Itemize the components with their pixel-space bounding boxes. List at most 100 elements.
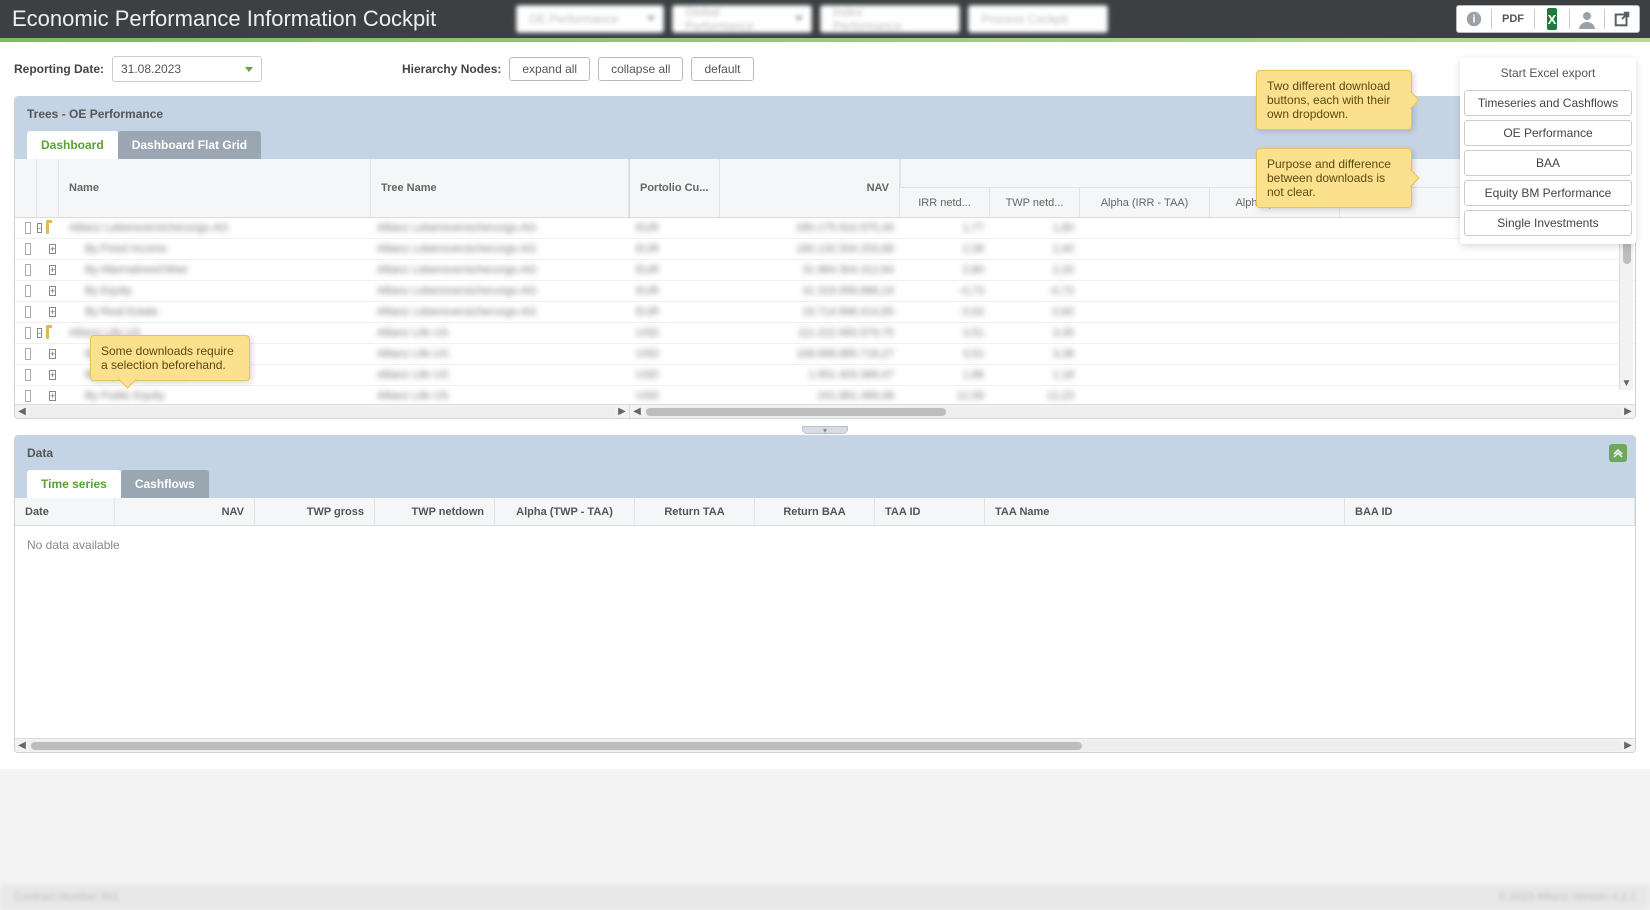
cell-irr: 2,38 <box>900 243 990 255</box>
row-checkbox[interactable] <box>25 348 31 360</box>
col-baa-id[interactable]: BAA ID <box>1345 498 1635 525</box>
collapse-panel-icon[interactable] <box>1609 444 1627 462</box>
cell-nav: 180.132.504.253,86 <box>720 243 900 255</box>
export-item-timeseries-cashflows[interactable]: Timeseries and Cashflows <box>1464 90 1632 116</box>
cell-twp: -0,73 <box>990 285 1080 297</box>
header-dropdown-3[interactable]: Index Performance <box>820 5 960 33</box>
expand-icon[interactable]: + <box>49 391 56 401</box>
expand-icon[interactable]: + <box>49 244 56 254</box>
svg-text:i: i <box>1473 14 1476 26</box>
horizontal-scrollbar-right[interactable]: ◀▶ <box>630 404 1635 418</box>
table-row[interactable]: +By Alternatives/OtherAllianz Lebensvers… <box>15 260 1635 281</box>
cell-twp: 12,23 <box>990 390 1080 402</box>
data-horizontal-scrollbar[interactable]: ◀▶ <box>15 738 1635 752</box>
cell-nav: 111.222.983.979,75 <box>720 327 900 339</box>
col-portfolio-currency[interactable]: Portolio Cu... <box>630 159 720 217</box>
hierarchy-nodes-label: Hierarchy Nodes: <box>402 62 501 76</box>
app-title: Economic Performance Information Cockpit <box>6 6 516 32</box>
popout-icon[interactable] <box>1605 6 1639 32</box>
expand-icon[interactable]: + <box>49 286 56 296</box>
tab-time-series[interactable]: Time series <box>27 470 121 498</box>
folder-icon <box>46 223 49 234</box>
row-checkbox[interactable] <box>25 285 31 297</box>
export-dropdown-menu: Start Excel export Timeseries and Cashfl… <box>1460 58 1636 244</box>
expand-icon[interactable]: + <box>49 265 56 275</box>
col-nav[interactable]: NAV <box>720 159 900 217</box>
col-nav-2[interactable]: NAV <box>115 498 255 525</box>
col-taa-name[interactable]: TAA Name <box>985 498 1345 525</box>
table-row[interactable]: +By Public EquityAllianz Life USUSD241.8… <box>15 386 1635 404</box>
reporting-date-dropdown[interactable]: 31.08.2023 <box>112 56 262 82</box>
table-row[interactable]: +By Fixed IncomeAllianz Lebensversicheru… <box>15 239 1635 260</box>
header-dropdown-2[interactable]: Global Performance <box>672 5 812 33</box>
table-row[interactable]: -Allianz Life USAllianz Life USUSD111.22… <box>15 323 1635 344</box>
hierarchy-buttons: expand all collapse all default <box>509 57 753 81</box>
col-return-taa[interactable]: Return TAA <box>635 498 755 525</box>
cell-tree-name: Allianz Lebensversicherungs-AG <box>371 243 630 255</box>
cell-tree-name: Allianz Life US <box>371 348 630 360</box>
header-dropdown-1[interactable]: OE Performance <box>516 5 664 33</box>
table-row[interactable]: +By Alternatives/OtherAllianz Life USUSD… <box>15 365 1635 386</box>
col-tree-name[interactable]: Tree Name <box>371 159 629 217</box>
expand-all-button[interactable]: expand all <box>509 57 590 81</box>
table-row[interactable]: +By Fixed IncomeAllianz Life USUSD108.98… <box>15 344 1635 365</box>
row-checkbox[interactable] <box>25 390 31 402</box>
row-checkbox[interactable] <box>25 306 31 318</box>
default-button[interactable]: default <box>691 57 753 81</box>
export-item-baa[interactable]: BAA <box>1464 150 1632 176</box>
tab-dashboard-flat-grid[interactable]: Dashboard Flat Grid <box>118 131 261 159</box>
col-twp-netdown[interactable]: TWP netdown <box>375 498 495 525</box>
col-twp-netdown[interactable]: TWP netd... <box>990 188 1080 217</box>
expand-icon[interactable]: + <box>49 370 56 380</box>
table-row[interactable]: +By EquityAllianz Lebensversicherungs-AG… <box>15 281 1635 302</box>
row-checkbox[interactable] <box>25 327 31 339</box>
cell-irr: 0,03 <box>900 306 990 318</box>
row-checkbox[interactable] <box>25 369 31 381</box>
col-date[interactable]: Date <box>15 498 115 525</box>
cell-tree-name: Allianz Lebensversicherungs-AG <box>371 264 630 276</box>
cell-tree-name: Allianz Lebensversicherungs-AG <box>371 306 630 318</box>
row-checkbox[interactable] <box>25 243 31 255</box>
tab-cashflows[interactable]: Cashflows <box>121 470 209 498</box>
trees-grid-body[interactable]: - Allianz Lebensversicherungs-AG Allianz L… <box>15 218 1635 404</box>
row-checkbox[interactable] <box>25 264 31 276</box>
col-return-baa[interactable]: Return BAA <box>755 498 875 525</box>
col-alpha-twp-taa[interactable]: Alpha (TWP - TAA) <box>495 498 635 525</box>
cell-name: By Real Estate <box>59 306 371 318</box>
cell-name: By Fixed Income <box>59 243 371 255</box>
export-item-oe-performance[interactable]: OE Performance <box>1464 120 1632 146</box>
panel-splitter[interactable]: ▾ <box>14 425 1636 435</box>
col-taa-id[interactable]: TAA ID <box>875 498 985 525</box>
cell-twp: 3,35 <box>990 327 1080 339</box>
col-irr-netdown[interactable]: IRR netd... <box>900 188 990 217</box>
cell-nav: 1.951.403.389,47 <box>720 369 900 381</box>
header-nav-dropdowns: OE Performance Global Performance Index … <box>516 5 1108 33</box>
expand-icon[interactable]: - <box>37 328 42 338</box>
user-icon[interactable] <box>1570 6 1604 32</box>
col-twp-gross[interactable]: TWP gross <box>255 498 375 525</box>
header-toolbar: i PDF X <box>1456 5 1644 33</box>
col-alpha-irr-taa[interactable]: Alpha (IRR - TAA) <box>1080 188 1210 217</box>
info-icon[interactable]: i <box>1457 6 1491 32</box>
cell-irr: 1,86 <box>900 369 990 381</box>
table-row[interactable]: +By Real EstateAllianz Lebensversicherun… <box>15 302 1635 323</box>
export-item-single-investments[interactable]: Single Investments <box>1464 210 1632 236</box>
cell-irr: 2,80 <box>900 264 990 276</box>
excel-export-button[interactable]: X <box>1535 6 1569 32</box>
table-row[interactable]: -Allianz Lebensversicherungs-AGAllianz L… <box>15 218 1635 239</box>
header-dropdown-4[interactable]: Process Cockpit <box>968 5 1108 33</box>
cell-tree-name: Allianz Life US <box>371 369 630 381</box>
cell-currency: EUR <box>630 243 720 255</box>
expand-icon[interactable]: + <box>49 349 56 359</box>
pdf-button[interactable]: PDF <box>1492 6 1534 32</box>
export-start-label: Start Excel export <box>1464 62 1632 86</box>
row-checkbox[interactable] <box>25 222 31 234</box>
cell-nav: 31.319.958.886,24 <box>720 285 900 297</box>
expand-icon[interactable]: + <box>49 307 56 317</box>
collapse-all-button[interactable]: collapse all <box>598 57 683 81</box>
horizontal-scrollbar-left[interactable]: ◀▶ <box>15 404 630 418</box>
export-item-equity-bm[interactable]: Equity BM Performance <box>1464 180 1632 206</box>
expand-icon[interactable]: - <box>37 223 42 233</box>
tab-dashboard[interactable]: Dashboard <box>27 131 118 159</box>
col-name[interactable]: Name <box>59 159 371 217</box>
